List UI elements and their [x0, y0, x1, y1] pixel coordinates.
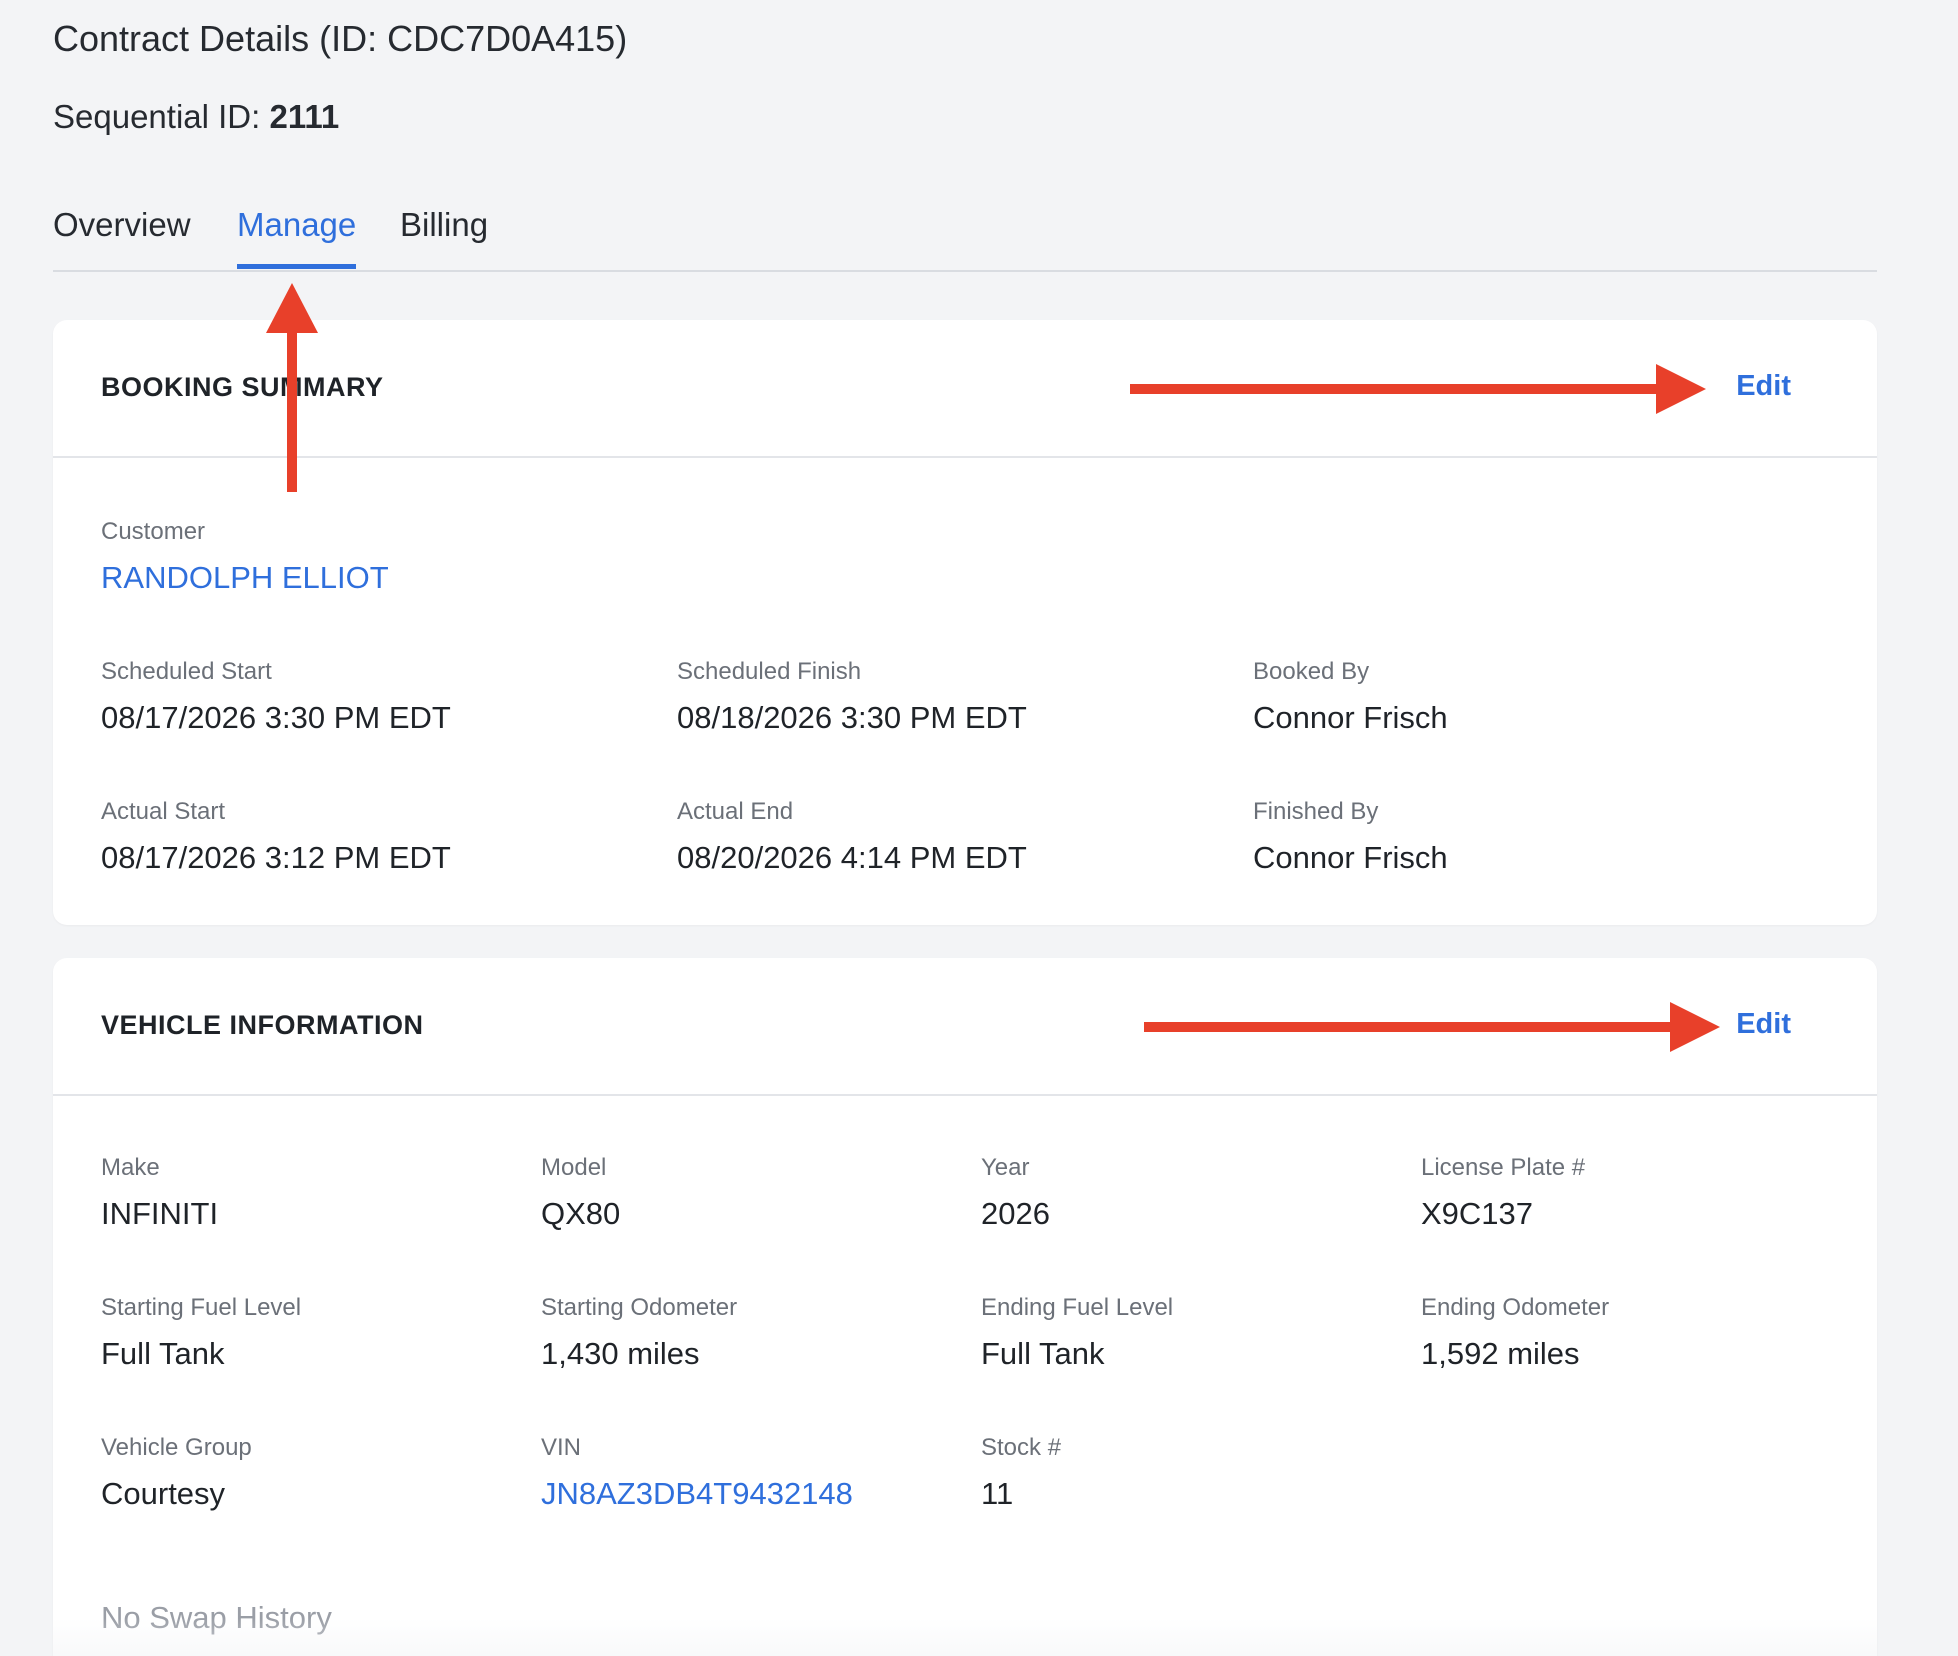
- vehicle-information-edit-button[interactable]: Edit: [1736, 1008, 1791, 1041]
- vehicle-information-card: VEHICLE INFORMATION Edit Make INFINITI M…: [53, 958, 1877, 1656]
- sequential-id-label: Sequential ID:: [53, 98, 261, 135]
- vehicle-group-value: Courtesy: [101, 1476, 226, 1511]
- scheduled-finish-value: 08/18/2026 3:30 PM EDT: [677, 700, 1027, 735]
- customer-field: Customer RANDOLPH ELLIOT: [101, 518, 389, 596]
- booked-by-label: Booked By: [1253, 658, 1370, 685]
- starting-fuel-label: Starting Fuel Level: [101, 1294, 302, 1321]
- year-value: 2026: [981, 1196, 1050, 1231]
- booking-summary-edit-button[interactable]: Edit: [1736, 370, 1791, 403]
- vehicle-information-header: VEHICLE INFORMATION Edit: [53, 958, 1877, 1096]
- model-label: Model: [541, 1154, 607, 1181]
- starting-odometer-value: 1,430 miles: [541, 1336, 700, 1371]
- tab-overview[interactable]: Overview: [53, 206, 191, 264]
- scheduled-start-field: Scheduled Start 08/17/2026 3:30 PM EDT: [101, 658, 451, 736]
- license-plate-value: X9C137: [1421, 1196, 1534, 1231]
- actual-end-field: Actual End 08/20/2026 4:14 PM EDT: [677, 798, 1027, 876]
- booked-by-field: Booked By Connor Frisch: [1253, 658, 1448, 736]
- booking-summary-title: BOOKING SUMMARY: [101, 372, 384, 402]
- ending-odometer-label: Ending Odometer: [1421, 1294, 1610, 1321]
- scheduled-finish-field: Scheduled Finish 08/18/2026 3:30 PM EDT: [677, 658, 1027, 736]
- model-field: Model QX80: [541, 1154, 620, 1232]
- tab-bar: Overview Manage Billing: [53, 200, 1877, 272]
- actual-end-label: Actual End: [677, 798, 794, 825]
- swap-history-text: No Swap History: [101, 1600, 332, 1635]
- tab-manage[interactable]: Manage: [237, 206, 357, 269]
- scheduled-start-label: Scheduled Start: [101, 658, 272, 685]
- starting-fuel-field: Starting Fuel Level Full Tank: [101, 1294, 301, 1372]
- ending-fuel-label: Ending Fuel Level: [981, 1294, 1174, 1321]
- ending-fuel-value: Full Tank: [981, 1336, 1105, 1371]
- sequential-id: Sequential ID: 2111: [53, 98, 339, 136]
- year-field: Year 2026: [981, 1154, 1050, 1232]
- customer-link[interactable]: RANDOLPH ELLIOT: [101, 560, 389, 596]
- booked-by-value: Connor Frisch: [1253, 700, 1448, 735]
- sequential-id-value: 2111: [269, 98, 340, 135]
- actual-start-value: 08/17/2026 3:12 PM EDT: [101, 840, 451, 875]
- actual-start-label: Actual Start: [101, 798, 226, 825]
- ending-odometer-field: Ending Odometer 1,592 miles: [1421, 1294, 1609, 1372]
- vin-field: VIN JN8AZ3DB4T9432148: [541, 1434, 853, 1512]
- license-plate-label: License Plate #: [1421, 1154, 1586, 1181]
- stock-field: Stock # 11: [981, 1434, 1061, 1512]
- actual-end-value: 08/20/2026 4:14 PM EDT: [677, 840, 1027, 875]
- finished-by-field: Finished By Connor Frisch: [1253, 798, 1448, 876]
- starting-odometer-label: Starting Odometer: [541, 1294, 738, 1321]
- vin-link[interactable]: JN8AZ3DB4T9432148: [541, 1476, 853, 1512]
- make-field: Make INFINITI: [101, 1154, 218, 1232]
- make-label: Make: [101, 1154, 160, 1181]
- ending-odometer-value: 1,592 miles: [1421, 1336, 1580, 1371]
- page: Contract Details (ID: CDC7D0A415) Sequen…: [0, 0, 1958, 1656]
- customer-label: Customer: [101, 518, 206, 545]
- tab-billing[interactable]: Billing: [400, 206, 488, 264]
- booking-summary-header: BOOKING SUMMARY Edit: [53, 320, 1877, 458]
- model-value: QX80: [541, 1196, 621, 1231]
- finished-by-label: Finished By: [1253, 798, 1379, 825]
- ending-fuel-field: Ending Fuel Level Full Tank: [981, 1294, 1173, 1372]
- vehicle-group-label: Vehicle Group: [101, 1434, 252, 1461]
- booking-summary-card: BOOKING SUMMARY Edit Customer RANDOLPH E…: [53, 320, 1877, 925]
- year-label: Year: [981, 1154, 1030, 1181]
- make-value: INFINITI: [101, 1196, 219, 1231]
- starting-odometer-field: Starting Odometer 1,430 miles: [541, 1294, 737, 1372]
- vin-label: VIN: [541, 1434, 582, 1461]
- actual-start-field: Actual Start 08/17/2026 3:12 PM EDT: [101, 798, 451, 876]
- finished-by-value: Connor Frisch: [1253, 840, 1448, 875]
- vehicle-group-field: Vehicle Group Courtesy: [101, 1434, 252, 1512]
- scheduled-finish-label: Scheduled Finish: [677, 658, 862, 685]
- stock-label: Stock #: [981, 1434, 1062, 1461]
- scheduled-start-value: 08/17/2026 3:30 PM EDT: [101, 700, 451, 735]
- stock-value: 11: [981, 1476, 1014, 1511]
- starting-fuel-value: Full Tank: [101, 1336, 225, 1371]
- vehicle-information-title: VEHICLE INFORMATION: [101, 1010, 424, 1040]
- page-title: Contract Details (ID: CDC7D0A415): [53, 18, 628, 59]
- license-plate-field: License Plate # X9C137: [1421, 1154, 1585, 1232]
